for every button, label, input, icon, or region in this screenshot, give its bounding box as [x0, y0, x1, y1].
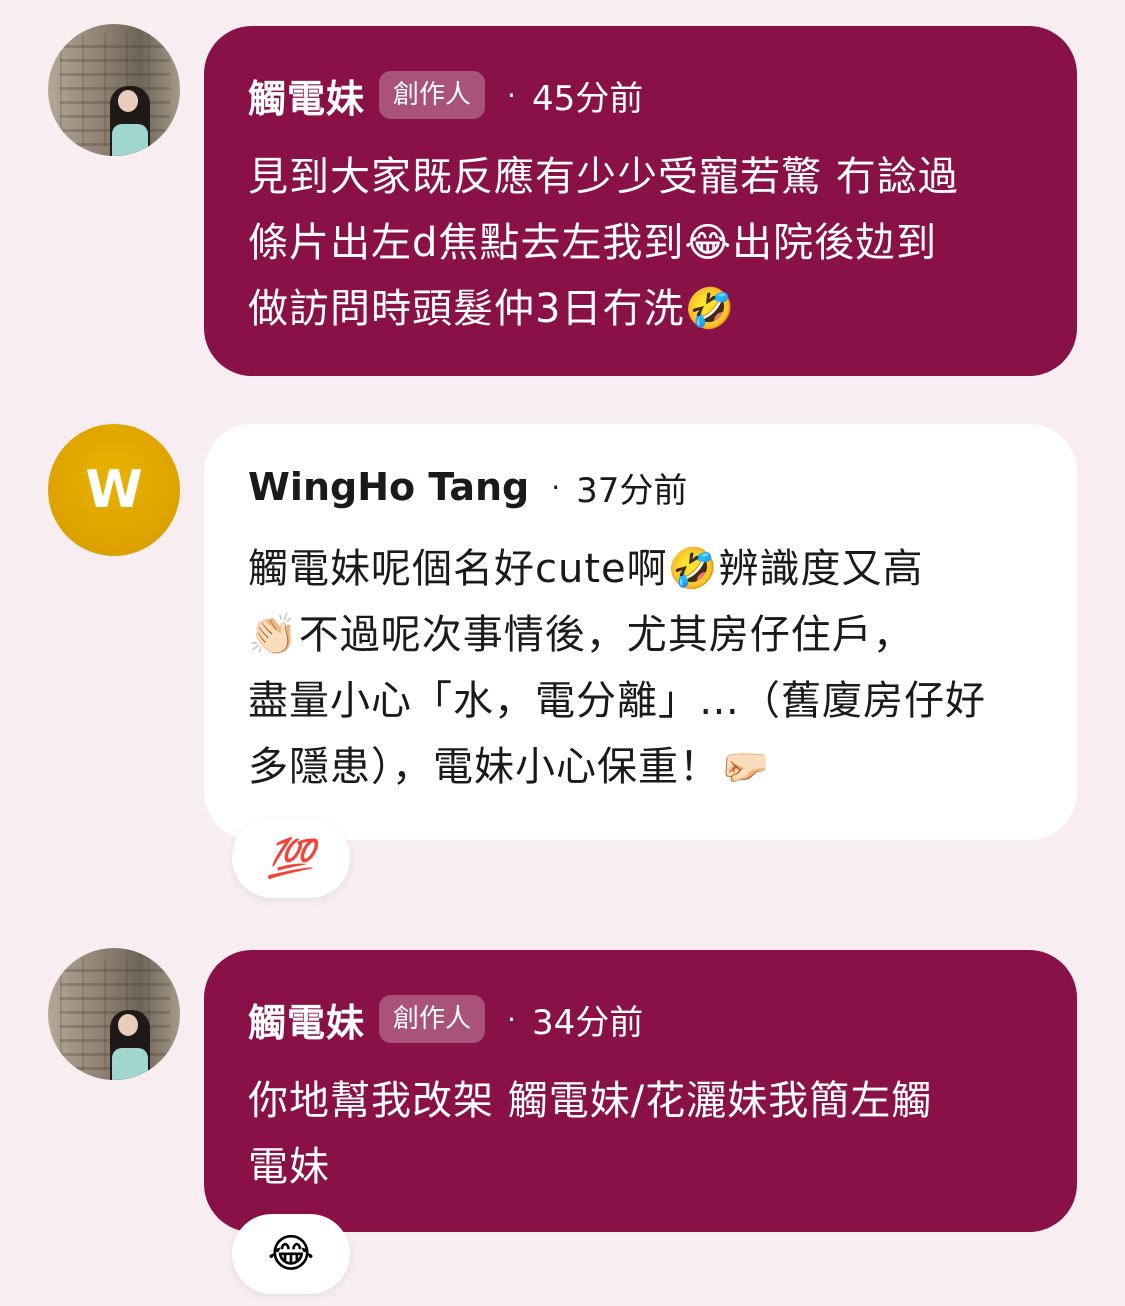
timestamp: 45分前 — [531, 78, 644, 119]
avatar-dress — [112, 1048, 148, 1080]
laughing-tears-icon: 😂 — [267, 1231, 315, 1277]
reaction-button[interactable]: 💯 — [232, 818, 350, 898]
avatar-letter: W — [85, 460, 143, 520]
author-name[interactable]: 觸電妹 — [248, 68, 365, 123]
comment-header: 觸電妹 創作人 · 45分前 — [248, 66, 1033, 124]
author-name[interactable]: 觸電妹 — [248, 992, 365, 1047]
hundred-points-icon: 💯 — [267, 835, 315, 880]
separator-dot: · — [551, 470, 561, 504]
comment-text: 觸電妹呢個名好cute啊🤣辨識度又高 👏🏻不過呢次事情後，尤其房仔住戶， 盡量小… — [248, 546, 986, 790]
avatar-face — [118, 90, 138, 112]
comment-header: WingHo Tang · 37分前 — [248, 458, 1033, 516]
reaction-button[interactable]: 😂 — [232, 1214, 350, 1294]
comment-text: 你地幫我改架 觸電妹/花灑妹我簡左觸 電妹 — [248, 1078, 933, 1190]
avatar-face — [118, 1014, 138, 1036]
avatar[interactable] — [48, 948, 180, 1080]
comment-bubble[interactable]: 觸電妹 創作人 · 34分前 你地幫我改架 觸電妹/花灑妹我簡左觸 電妹 — [204, 950, 1077, 1232]
avatar[interactable]: W — [48, 424, 180, 556]
comment-bubble[interactable]: WingHo Tang · 37分前 觸電妹呢個名好cute啊🤣辨識度又高 👏🏻… — [204, 424, 1077, 840]
separator-dot: · — [507, 1002, 516, 1036]
creator-badge: 創作人 — [379, 995, 486, 1043]
separator-dot: · — [507, 78, 516, 112]
creator-badge: 創作人 — [379, 71, 486, 119]
comment-text: 見到大家既反應有少少受寵若驚 冇諗過 條片出左d焦點去左我到😂出院後攰到 做訪問… — [248, 154, 959, 332]
avatar[interactable] — [48, 24, 180, 156]
timestamp: 34分前 — [531, 1002, 644, 1043]
avatar-dress — [112, 124, 148, 156]
comment-bubble[interactable]: 觸電妹 創作人 · 45分前 見到大家既反應有少少受寵若驚 冇諗過 條片出左d焦… — [204, 26, 1077, 376]
author-name[interactable]: WingHo Tang — [248, 465, 529, 509]
timestamp: 37分前 — [576, 470, 688, 511]
comment-header: 觸電妹 創作人 · 34分前 — [248, 990, 1033, 1048]
